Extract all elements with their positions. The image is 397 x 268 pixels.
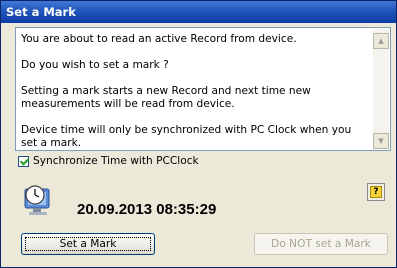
message-text: You are about to read an active Record f…: [21, 33, 366, 163]
message-box[interactable]: You are about to read an active Record f…: [15, 27, 391, 151]
message-line-2: Do you wish to set a mark ?: [21, 59, 169, 71]
set-mark-dialog: Set a Mark You are about to read an acti…: [0, 0, 397, 268]
focus-rectangle: [25, 237, 151, 251]
pc-clock-icon: [24, 185, 50, 215]
sync-time-label: Synchronize Time with PCClock: [33, 155, 199, 167]
sync-time-option[interactable]: Synchronize Time with PCClock: [18, 155, 199, 167]
do-not-set-mark-button[interactable]: Do NOT set a Mark: [254, 233, 388, 255]
set-mark-button[interactable]: Set a Mark: [21, 233, 155, 255]
message-line-4: Device time will only be synchronized wi…: [21, 124, 352, 149]
do-not-set-mark-label: Do NOT set a Mark: [271, 238, 371, 250]
message-line-1: You are about to read an active Record f…: [21, 33, 297, 45]
help-icon: ?: [370, 186, 382, 198]
scroll-up-arrow-icon[interactable]: ▲: [373, 33, 389, 49]
sync-time-checkbox[interactable]: [18, 155, 29, 167]
scroll-down-arrow-icon[interactable]: ▼: [373, 133, 389, 149]
message-scrollbar[interactable]: ▲ ▼: [373, 29, 389, 149]
help-button[interactable]: ?: [367, 183, 385, 201]
message-line-3: Setting a mark starts a new Record and n…: [21, 85, 311, 110]
window-title: Set a Mark: [1, 1, 396, 23]
device-datetime: 20.09.2013 08:35:29: [77, 201, 217, 218]
